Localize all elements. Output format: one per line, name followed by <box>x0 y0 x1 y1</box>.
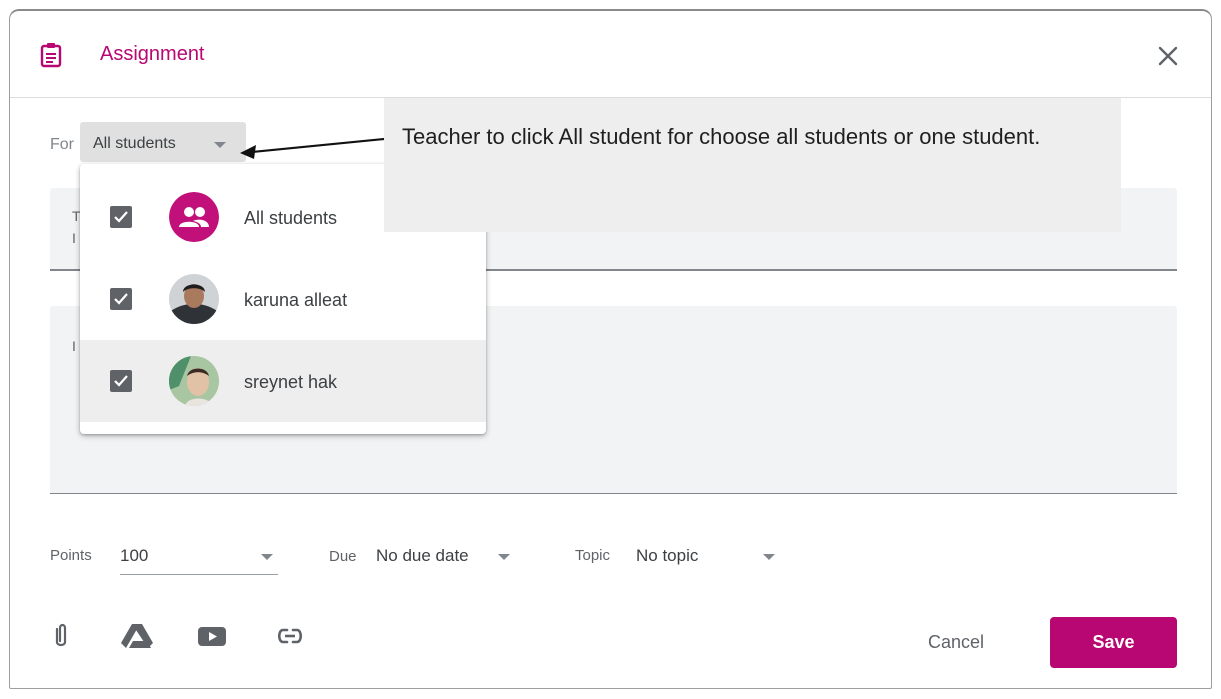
points-input[interactable]: 100 <box>120 546 148 566</box>
menu-item-label: sreynet hak <box>244 372 338 392</box>
cancel-button-label: Cancel <box>928 632 985 652</box>
points-label: Points <box>50 547 92 564</box>
cancel-button[interactable]: Cancel <box>908 618 1028 668</box>
checkbox[interactable] <box>110 206 132 228</box>
save-button[interactable]: Save <box>1050 617 1177 668</box>
group-icon <box>169 192 219 242</box>
points-underline <box>120 574 278 575</box>
topic-label: Topic <box>575 547 611 564</box>
dialog-title: Assignment <box>100 43 205 65</box>
menu-item-label: All students <box>244 208 338 228</box>
dropdown-arrow-icon[interactable] <box>763 554 775 560</box>
annotation-callout: Teacher to click All student for choose … <box>384 98 1121 232</box>
title-placeholder-fragment-2: I <box>72 230 76 246</box>
dropdown-arrow-icon <box>214 142 226 148</box>
due-label: Due <box>329 548 357 565</box>
assignment-dialog: Assignment T I I For All students All st… <box>9 9 1212 689</box>
dropdown-arrow-icon[interactable] <box>261 554 273 560</box>
checkbox[interactable] <box>110 370 132 392</box>
checkbox[interactable] <box>110 288 132 310</box>
topic-select[interactable]: No topic <box>636 546 698 566</box>
dropdown-arrow-icon[interactable] <box>498 554 510 560</box>
paperclip-icon[interactable] <box>48 623 74 649</box>
assignment-icon <box>40 43 62 68</box>
avatar <box>169 356 219 406</box>
dialog-header: Assignment <box>10 11 1211 98</box>
annotation-arrow <box>240 137 385 159</box>
for-label: For <box>50 136 74 153</box>
link-icon[interactable] <box>274 623 306 649</box>
google-drive-icon[interactable] <box>120 623 154 649</box>
student-selector[interactable]: All students <box>80 122 246 162</box>
menu-item-label: karuna alleat <box>244 290 348 310</box>
due-select[interactable]: No due date <box>376 546 469 566</box>
menu-item-student[interactable]: sreynet hak <box>80 340 486 422</box>
close-icon[interactable] <box>1157 45 1179 67</box>
menu-item-student[interactable]: karuna alleat <box>80 258 486 340</box>
save-button-label: Save <box>1092 632 1135 652</box>
avatar <box>169 274 219 324</box>
youtube-icon[interactable] <box>197 623 227 649</box>
annotation-text: Teacher to click All student for choose … <box>402 124 1041 149</box>
instructions-placeholder-fragment: I <box>72 338 76 354</box>
student-selector-value: All students <box>93 135 176 152</box>
